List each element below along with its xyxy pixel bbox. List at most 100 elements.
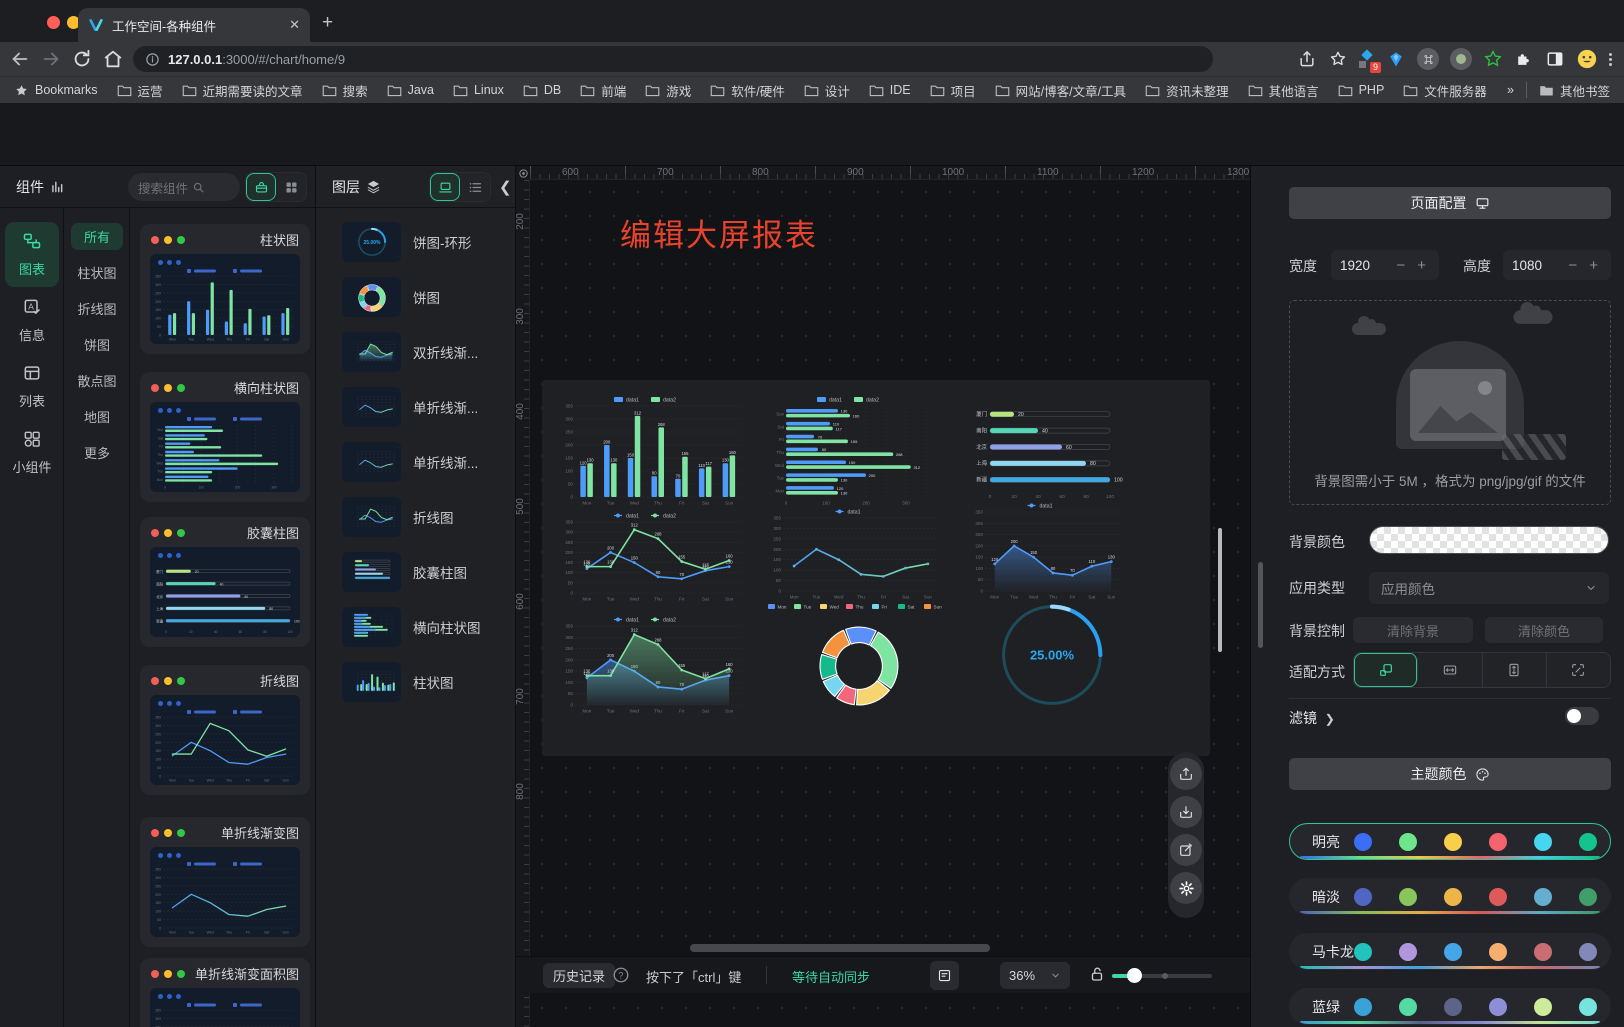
layer-item[interactable]: 横向柱状图 [342,607,481,647]
eye-icon[interactable] [518,168,529,179]
address-bar[interactable]: 127.0.0.1:3000/#/chart/home/9 [133,46,1213,72]
layer-item[interactable]: 饼图 [342,277,440,317]
canvas-chart-hbar[interactable]: data1data20100200300Sun130160Sat110117Fr… [766,394,942,506]
import-button[interactable] [1170,796,1202,828]
theme-row[interactable]: 蓝绿 [1289,988,1611,1025]
layer-item[interactable]: 胶囊柱图 [342,552,467,592]
extension-command-icon[interactable] [1417,48,1439,70]
back-icon[interactable] [9,48,31,70]
canvas-chart-line1grad[interactable]: data1050100150200250300350MonTueWedThuFr… [766,506,942,600]
list-view-button[interactable] [460,173,490,201]
share-icon[interactable] [1297,49,1317,69]
bookmark-folder[interactable]: 资讯未整理 [1145,81,1229,100]
category-item[interactable]: 饼图 [71,331,123,358]
new-tab-button[interactable]: + [322,12,333,34]
sidebar-item-info[interactable]: A信息 [5,288,59,353]
sidebar-icon[interactable] [1545,49,1565,69]
width-input[interactable]: 1920 − + [1331,250,1439,280]
home-icon[interactable] [102,48,124,70]
theme-color-header[interactable]: 主题颜色 [1289,758,1611,790]
theme-row[interactable]: 暗淡 [1289,878,1611,915]
bookmark-folder[interactable]: 文件服务器 [1403,81,1487,100]
canvas-chart-capsule[interactable]: 厦门20南阳40北京60上海80新疆100020406080100 [968,400,1124,500]
report-icon-button[interactable] [930,961,959,990]
screen-title-text[interactable]: 编辑大屏报表 [620,210,818,255]
canvas-chart-line2[interactable]: data1data2050100150200250300350MonTueWed… [558,510,744,602]
layer-item[interactable]: 25.00%饼图-环形 [342,222,472,262]
panel-scrollbar[interactable] [1258,562,1263,648]
bookmark-folder[interactable]: 搜索 [322,81,368,100]
height-input[interactable]: 1080 − + [1503,250,1611,280]
component-card[interactable]: 单折线渐变图050100150200250300350MonTueWedThuF… [140,817,310,947]
zoom-select[interactable]: 36% [1000,962,1070,989]
category-item[interactable]: 更多 [71,439,123,466]
page-config-header[interactable]: 页面配置 [1289,187,1611,219]
window-close-button[interactable] [47,16,60,29]
fit-stretch-option[interactable] [1547,653,1610,687]
zoom-slider[interactable] [1112,974,1212,978]
component-card[interactable]: 胶囊柱图厦门20南阳40北京60上海80新疆100020406080100 [140,517,310,647]
bookmark-folder[interactable]: 项目 [930,81,976,100]
canvas-chart-line2grad[interactable]: data1data2050100150200250300350MonTueWed… [558,614,744,714]
bookmark-folder[interactable]: 游戏 [645,81,691,100]
category-item[interactable]: 地图 [71,403,123,430]
search-input[interactable]: 搜索组件 [128,173,240,201]
sidebar-item-widgets[interactable]: 小组件 [5,420,59,485]
lock-icon[interactable] [1088,965,1106,983]
canvas-chart-bar[interactable]: data1data2050100150200250300350MonTueWed… [558,394,744,506]
thumbnail-view-button[interactable] [430,173,460,201]
bookmark-folder[interactable]: Linux [453,83,504,97]
help-icon[interactable]: ? [612,966,630,984]
bookmark-folder[interactable]: 网站/博客/文章/工具 [995,81,1126,100]
sidebar-item-list[interactable]: 列表 [5,354,59,419]
fit-width-option[interactable] [1418,653,1482,687]
extension-pinned[interactable]: 9 [1359,51,1375,68]
bookmark-folder[interactable]: IDE [869,83,911,97]
app-type-select[interactable]: 应用颜色 [1369,572,1609,604]
bookmarks-overflow-chevron[interactable]: » [1507,83,1514,97]
bookmark-star-icon[interactable] [1328,49,1348,69]
component-card[interactable]: 柱状图050100150200250300350MonTueWedThuFriS… [140,224,310,354]
clear-background-button[interactable]: 清除背景 [1353,617,1473,643]
layer-item[interactable]: 单折线渐... [342,387,478,427]
background-upload-dropzone[interactable]: 背景图需小于 5M ，格式为 png/jpg/gif 的文件 [1289,300,1611,505]
reload-icon[interactable] [71,48,93,70]
canvas-vertical-scrollbar[interactable] [1218,528,1222,652]
clear-color-button[interactable]: 清除颜色 [1485,617,1603,643]
component-card[interactable]: 单折线渐变面积图050100150200250300350MonTueWedTh… [140,958,310,1027]
forward-icon[interactable] [40,48,62,70]
collapse-panel-chevron[interactable]: ❮ [499,178,512,196]
layer-item[interactable]: 双折线渐... [342,332,478,372]
bookmark-folder[interactable]: 前端 [580,81,626,100]
category-item[interactable]: 柱状图 [71,259,123,286]
browser-tab[interactable]: 工作空间-各种组件 ✕ [78,8,310,42]
bookmark-folder[interactable]: PHP [1338,83,1385,97]
other-bookmarks[interactable]: 其他书签 [1539,81,1610,100]
sidebar-item-charts[interactable]: 图表 [5,222,59,287]
fit-scale-option[interactable] [1354,653,1418,687]
canvas-chart-line1area[interactable]: data1050100150200250300350MonTueWedThuFr… [968,500,1124,600]
grid-view-button[interactable] [276,173,306,201]
theme-row[interactable]: 明亮 [1289,823,1611,860]
zoom-slider-knob[interactable] [1127,968,1142,983]
bookmarks-root[interactable]: Bookmarks [14,83,98,98]
export-button[interactable] [1170,758,1202,790]
bookmark-folder[interactable]: 其他语言 [1248,81,1319,100]
puzzle-extensions-icon[interactable] [1514,49,1534,69]
extension-dot-icon[interactable] [1450,48,1472,70]
layer-item[interactable]: 单折线渐... [342,442,478,482]
category-item[interactable]: 折线图 [71,295,123,322]
layer-item[interactable]: 柱状图 [342,662,454,702]
toolbox-view-button[interactable] [246,173,276,201]
profile-avatar-icon[interactable] [1576,48,1598,70]
canvas-horizontal-scrollbar[interactable] [690,944,990,952]
bg-color-swatch[interactable] [1369,526,1609,554]
height-stepper-buttons[interactable]: − + [1568,257,1602,274]
settings-gear-button[interactable] [1170,872,1202,904]
green-star-extension-icon[interactable] [1483,49,1503,69]
bookmark-folder[interactable]: Java [387,83,434,97]
edit-button[interactable] [1170,834,1202,866]
bookmark-folder[interactable]: 软件/硬件 [710,81,784,100]
site-info-icon[interactable] [145,52,160,67]
component-card[interactable]: 折线图050100150200250300350MonTueWedThuFriS… [140,665,310,795]
